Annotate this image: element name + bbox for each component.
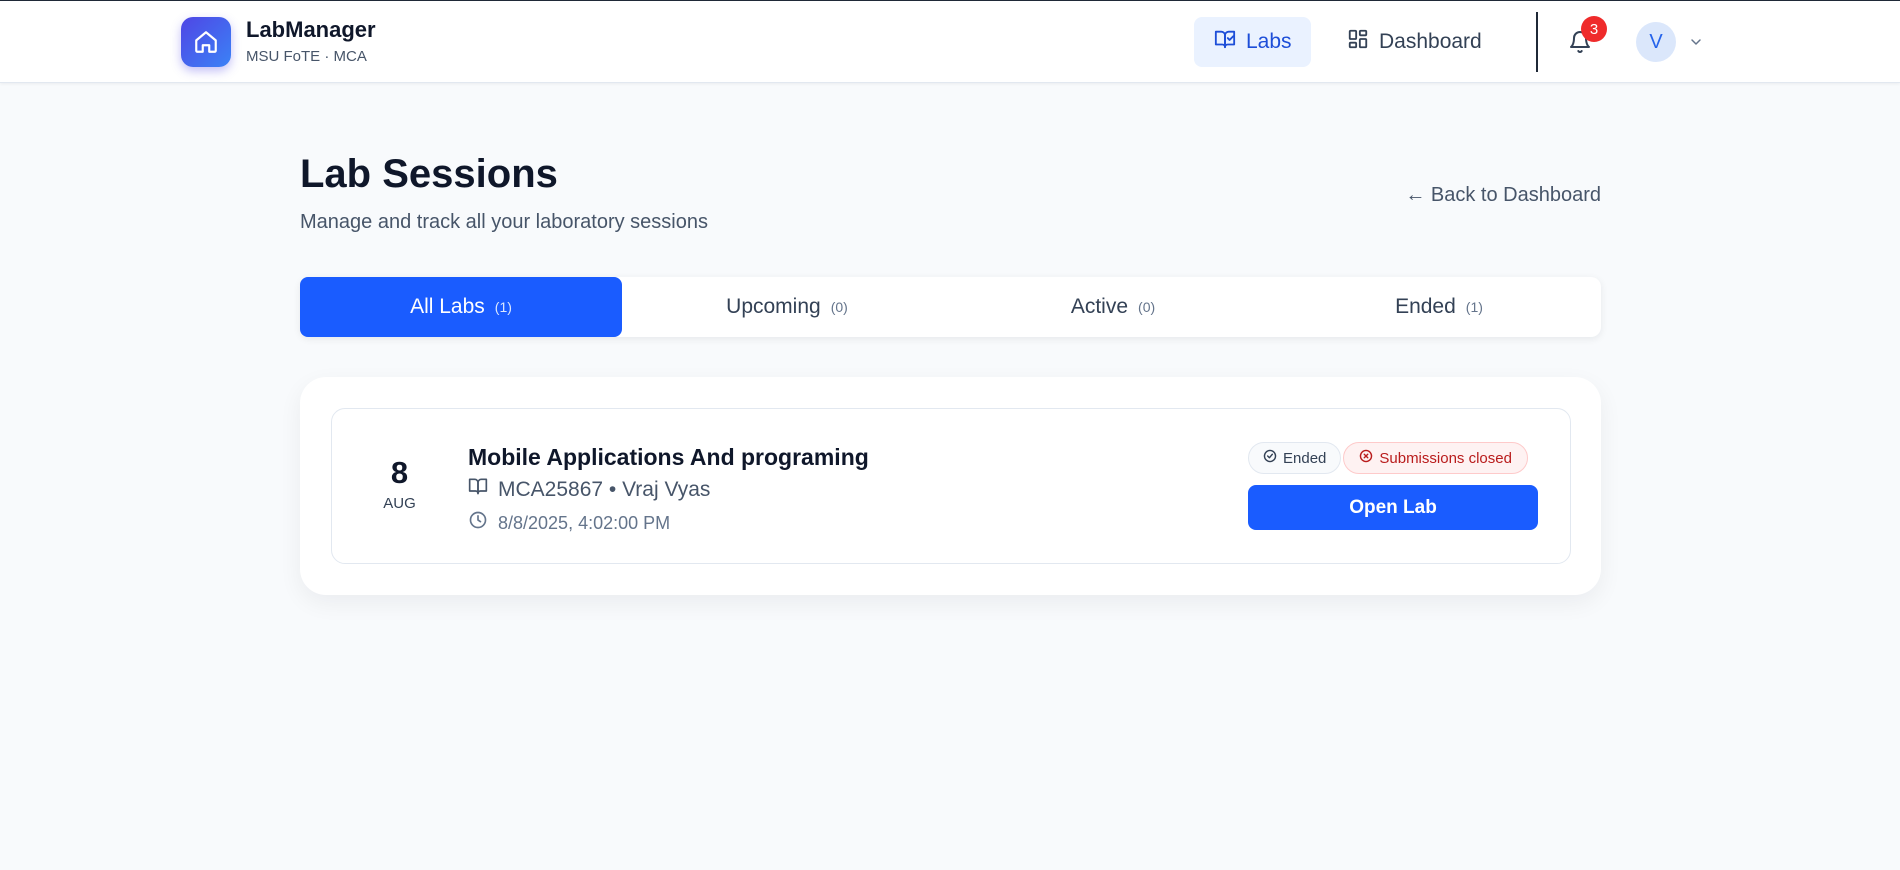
- x-circle-icon: [1359, 449, 1379, 467]
- chevron-down-icon[interactable]: [1686, 32, 1706, 52]
- nav-dashboard-label: Dashboard: [1379, 30, 1482, 53]
- lab-list-item: 8 AUG Mobile Applications And programing…: [331, 408, 1571, 564]
- clock-icon: [468, 510, 498, 536]
- tab-count: (0): [1138, 299, 1156, 315]
- nav-labs[interactable]: Labs: [1194, 17, 1311, 67]
- lab-date-day: 8: [390, 455, 409, 490]
- check-circle-icon: [1263, 449, 1283, 467]
- tab-active[interactable]: Active (0): [952, 277, 1274, 337]
- tab-all-labs[interactable]: All Labs (1): [300, 277, 622, 337]
- tab-label: All Labs: [410, 295, 485, 318]
- lab-title: Mobile Applications And programing: [468, 444, 869, 470]
- grid-icon: [1347, 28, 1379, 56]
- tab-count: (1): [494, 299, 512, 315]
- brand[interactable]: LabManager MSU FoTE · MCA: [181, 17, 376, 67]
- submissions-badge: Submissions closed: [1343, 442, 1528, 474]
- home-icon: [181, 17, 231, 67]
- submissions-badge-label: Submissions closed: [1379, 449, 1512, 467]
- brand-subtitle: MSU FoTE · MCA: [246, 48, 367, 65]
- book-open-icon: [468, 476, 498, 503]
- nav-labs-label: Labs: [1246, 30, 1292, 53]
- open-lab-button[interactable]: Open Lab: [1248, 485, 1538, 530]
- tab-ended[interactable]: Ended (1): [1278, 277, 1600, 337]
- notification-badge: 3: [1581, 16, 1607, 42]
- page-subtitle: Manage and track all your laboratory ses…: [300, 211, 708, 233]
- book-check-icon: [1214, 28, 1246, 56]
- lab-date: 8 AUG: [332, 455, 467, 513]
- status-badge-label: Ended: [1283, 449, 1327, 467]
- lab-datetime: 8/8/2025, 4:02:00 PM: [498, 513, 671, 533]
- tab-label: Active: [1070, 295, 1129, 318]
- top-navbar: LabManager MSU FoTE · MCA Labs Dashboard: [0, 0, 1900, 83]
- lab-date-month: AUG: [383, 495, 416, 512]
- header-divider: [1536, 12, 1538, 72]
- tab-label: Ended: [1395, 295, 1456, 318]
- tab-label: Upcoming: [726, 295, 821, 318]
- avatar[interactable]: V: [1636, 22, 1676, 62]
- page-title: Lab Sessions: [300, 152, 558, 196]
- brand-name: LabManager: [246, 17, 376, 42]
- lab-list: 8 AUG Mobile Applications And programing…: [300, 377, 1601, 595]
- nav-dashboard[interactable]: Dashboard: [1330, 17, 1490, 67]
- lab-filter-tabs: All Labs (1) Upcoming (0) Active (0) End…: [300, 277, 1601, 337]
- tab-count: (1): [1465, 299, 1483, 315]
- tab-count: (0): [830, 299, 848, 315]
- lab-course-teacher: MCA25867 • Vraj Vyas: [498, 477, 711, 501]
- status-badge: Ended: [1248, 442, 1342, 474]
- tab-upcoming[interactable]: Upcoming (0): [626, 277, 948, 337]
- back-to-dashboard-link[interactable]: ← Back to Dashboard: [1397, 183, 1601, 207]
